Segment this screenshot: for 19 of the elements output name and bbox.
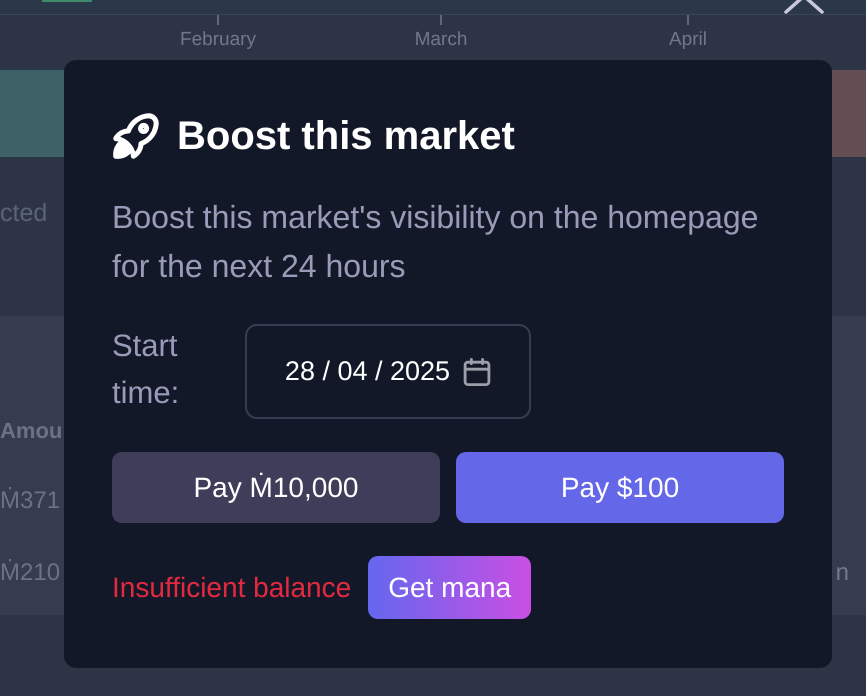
axis-label: February (180, 29, 256, 51)
date-field[interactable]: 28 / 04 / 2025 (245, 324, 531, 419)
field-label: Start time: (112, 327, 180, 412)
axis-tick (687, 15, 689, 25)
axis-label: March (414, 29, 468, 51)
pay-button[interactable]: Pay $100 (456, 452, 784, 523)
calendar-icon[interactable] (463, 358, 492, 386)
table-cell: n (836, 558, 849, 588)
dialog-title: Boost this market (177, 113, 515, 160)
axis-label: April (668, 29, 707, 51)
chart-line-drawing (42, 0, 92, 2)
error-message: Insufficient balance (112, 572, 352, 604)
pay-button[interactable]: Pay Ṁ10,000 (112, 452, 440, 523)
axis-tick (217, 15, 219, 25)
axis-tick (440, 15, 442, 25)
get-mana-button[interactable]: Get mana (368, 556, 532, 619)
rocket-icon (112, 112, 160, 160)
close-icon[interactable] (783, 0, 825, 14)
dialog-description: Boost this market's visibility on the homepage for the next 24 hours (112, 198, 760, 286)
